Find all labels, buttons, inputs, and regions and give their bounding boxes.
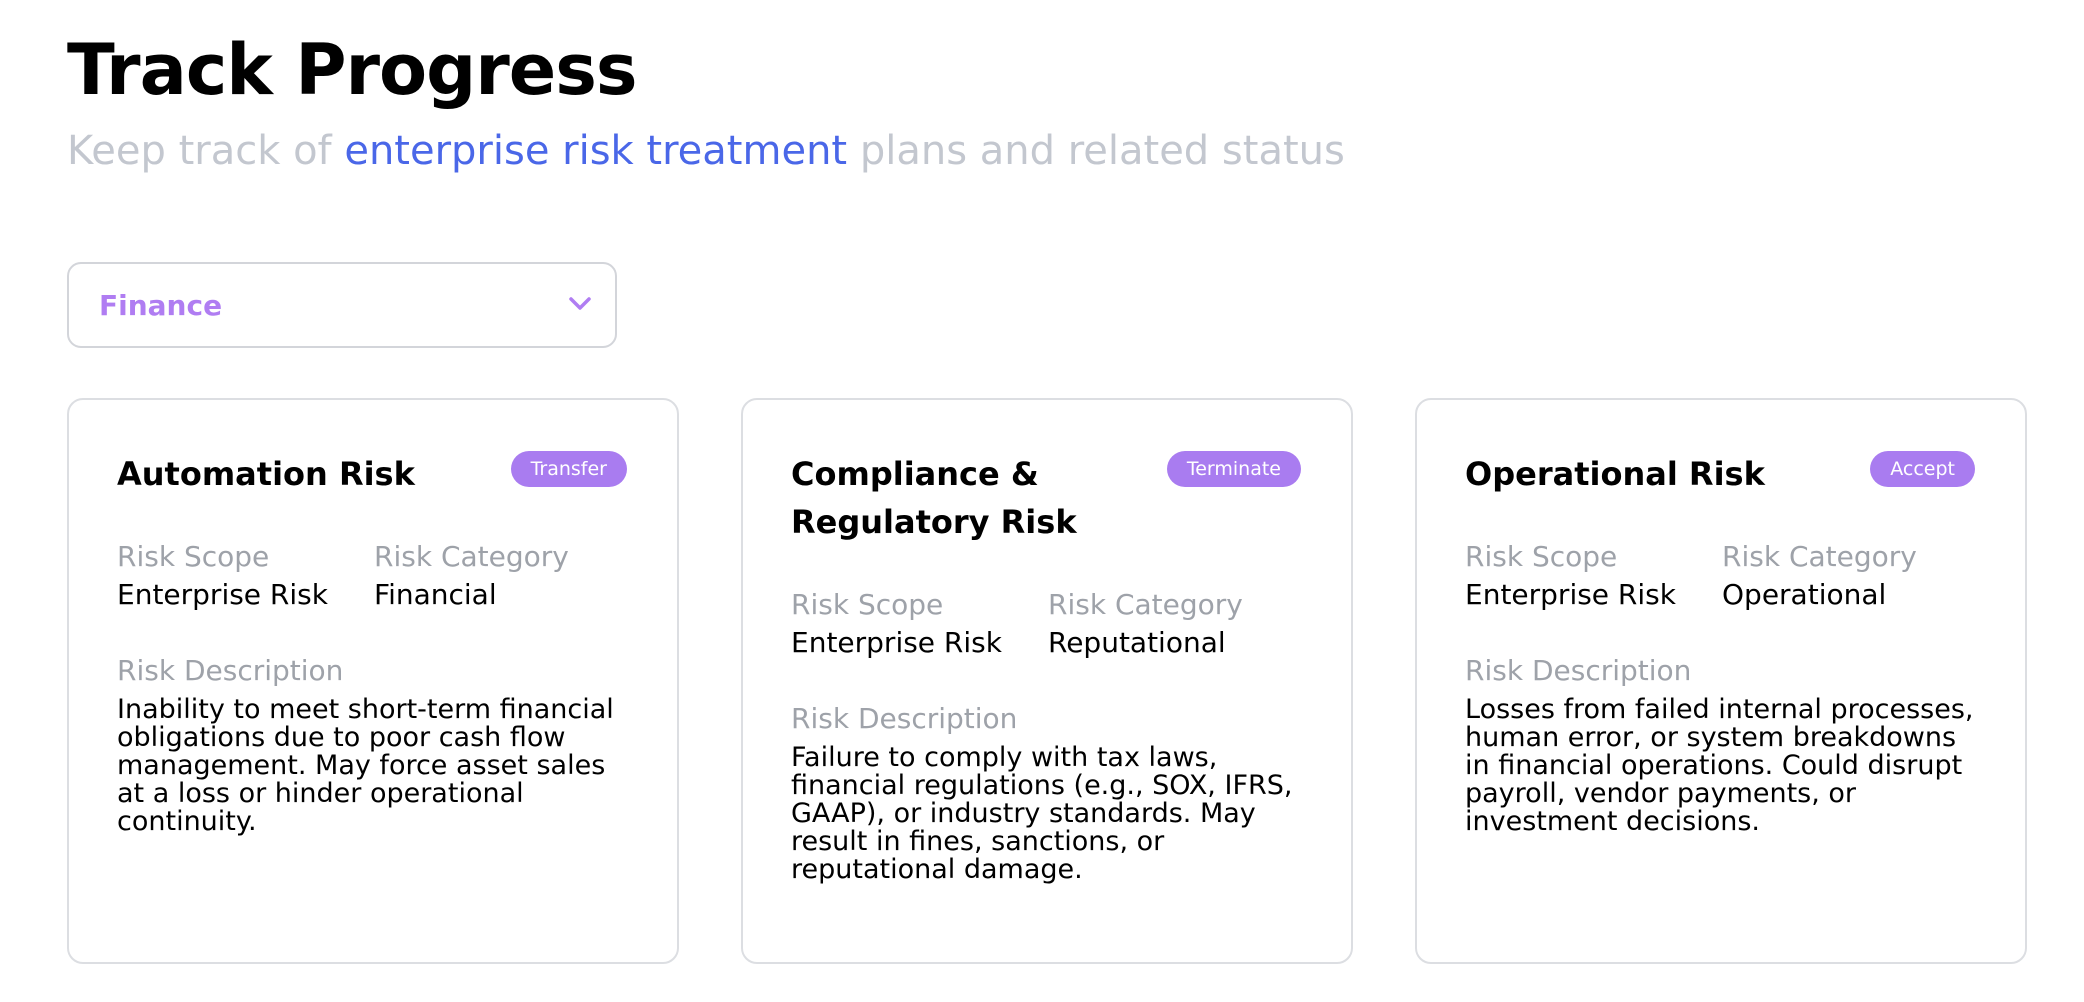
department-filter-select[interactable]: Finance <box>67 262 617 348</box>
risk-title: Compliance & Regulatory Risk <box>791 455 1077 541</box>
risk-card[interactable]: Operational Risk Accept Risk Scope Enter… <box>1415 398 2027 964</box>
treatment-badge: Accept <box>1870 451 1975 487</box>
page-title: Track Progress <box>67 29 638 111</box>
risk-category-label: Risk Category <box>374 540 569 573</box>
subtitle-prefix: Keep track of <box>67 128 345 174</box>
risk-title: Automation Risk <box>117 455 415 493</box>
risk-description-text: Losses from failed internal processes, h… <box>1465 694 1974 837</box>
subtitle-highlight: enterprise risk treatment <box>344 128 848 174</box>
risk-card[interactable]: Compliance & Regulatory Risk Terminate R… <box>741 398 1353 964</box>
subtitle-suffix: plans and related status <box>847 128 1345 174</box>
treatment-badge: Transfer <box>510 451 627 487</box>
risk-title: Operational Risk <box>1465 455 1765 493</box>
risk-scope-value: Enterprise Risk <box>1465 578 1676 611</box>
risk-description-label: Risk Description <box>117 654 344 687</box>
risk-scope-label: Risk Scope <box>117 540 270 573</box>
risk-card[interactable]: Automation Risk Transfer Risk Scope Ente… <box>67 398 679 964</box>
risk-description-label: Risk Description <box>1465 654 1692 687</box>
treatment-badge: Terminate <box>1166 451 1301 487</box>
risk-category-value: Operational <box>1722 578 1887 611</box>
page-subtitle: Keep track of enterprise risk treatment … <box>67 126 1345 176</box>
risk-scope-value: Enterprise Risk <box>117 578 328 611</box>
risk-scope-value: Enterprise Risk <box>791 626 1002 659</box>
risk-description-text: Inability to meet short-term financial o… <box>117 694 614 837</box>
filter-selected-value: Finance <box>99 289 223 322</box>
risk-category-value: Financial <box>374 578 497 611</box>
risk-category-value: Reputational <box>1048 626 1226 659</box>
risk-description-label: Risk Description <box>791 702 1018 735</box>
risk-description-text: Failure to comply with tax laws, financi… <box>791 742 1293 885</box>
chevron-down-icon <box>569 297 591 310</box>
risk-category-label: Risk Category <box>1048 588 1243 621</box>
risk-scope-label: Risk Scope <box>1465 540 1618 573</box>
risk-category-label: Risk Category <box>1722 540 1917 573</box>
risk-scope-label: Risk Scope <box>791 588 944 621</box>
